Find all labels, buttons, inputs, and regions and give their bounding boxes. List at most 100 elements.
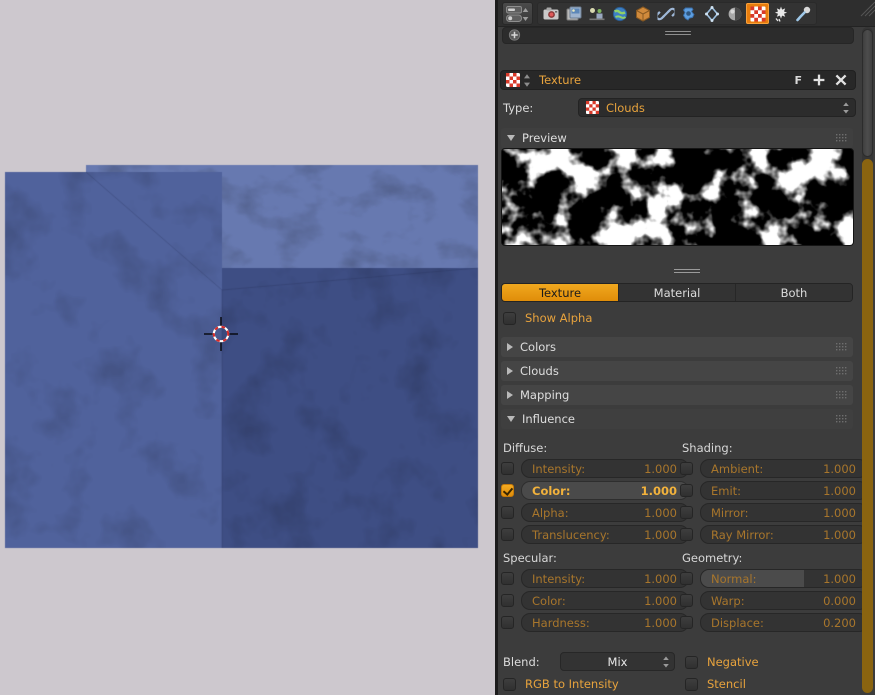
- panel-header-colors[interactable]: Colors: [501, 337, 853, 357]
- rgb-to-intensity-row[interactable]: RGB to Intensity: [503, 677, 619, 691]
- influence-slider-shading-2[interactable]: Mirror: 1.000: [700, 503, 868, 522]
- blend-dropdown[interactable]: Mix: [560, 652, 675, 671]
- influence-slider-diffuse-1[interactable]: Color: 1.000: [521, 481, 689, 500]
- slider-value: 1.000: [644, 593, 677, 608]
- influence-checkbox-shading-1[interactable]: [680, 484, 693, 497]
- negative-checkbox[interactable]: [685, 655, 698, 669]
- property-tab-texture[interactable]: [746, 3, 769, 24]
- influence-slider-specular-0[interactable]: Intensity: 1.000: [521, 569, 689, 588]
- chevron-right-icon: [507, 343, 513, 351]
- property-tab-material[interactable]: [723, 3, 746, 24]
- property-tab-world[interactable]: [608, 3, 631, 24]
- property-tab-particles[interactable]: [769, 3, 792, 24]
- property-tab-modifiers[interactable]: [677, 3, 700, 24]
- influence-checkbox-geometry-1[interactable]: [680, 594, 693, 607]
- stencil-label: Stencil: [707, 677, 746, 691]
- stencil-row[interactable]: Stencil: [685, 677, 746, 691]
- preview-resize-handle[interactable]: [673, 269, 700, 277]
- chevron-right-icon: [507, 391, 513, 399]
- slider-label: Mirror:: [711, 505, 749, 520]
- influence-slider-diffuse-3[interactable]: Translucency: 1.000: [521, 525, 689, 544]
- slider-value: 1.000: [644, 527, 677, 542]
- chevron-updown-icon: [843, 102, 849, 113]
- show-alpha-checkbox[interactable]: [503, 311, 516, 325]
- properties-header: [498, 0, 875, 27]
- property-tab-object[interactable]: [631, 3, 654, 24]
- slider-value: 1.000: [823, 527, 856, 542]
- influence-checkbox-diffuse-0[interactable]: [501, 462, 514, 475]
- panel-header-influence[interactable]: Influence: [501, 409, 853, 429]
- panel-grip-icon[interactable]: [836, 367, 847, 375]
- scrollbar-remainder[interactable]: [862, 159, 873, 693]
- preview-mode-both[interactable]: Both: [736, 284, 852, 301]
- influence-slider-geometry-1[interactable]: Warp: 0.000: [700, 591, 868, 610]
- influence-checkbox-shading-0[interactable]: [680, 462, 693, 475]
- show-alpha-row[interactable]: Show Alpha: [503, 311, 592, 325]
- property-tab-render-layers[interactable]: [562, 3, 585, 24]
- preview-mode-texture[interactable]: Texture: [502, 284, 619, 301]
- influence-slider-shading-3[interactable]: Ray Mirror: 1.000: [700, 525, 868, 544]
- influence-slider-shading-1[interactable]: Emit: 1.000: [700, 481, 868, 500]
- fake-user-button[interactable]: F: [794, 74, 802, 87]
- texture-datablock-row[interactable]: Texture F: [500, 70, 856, 90]
- 3d-viewport[interactable]: [0, 0, 495, 695]
- new-texture-icon[interactable]: [811, 72, 827, 88]
- panel-header-preview[interactable]: Preview: [501, 128, 853, 148]
- influence-slider-geometry-0[interactable]: Normal: 1.000: [700, 569, 868, 588]
- property-tab-constraints[interactable]: [654, 3, 677, 24]
- influence-checkbox-shading-3[interactable]: [680, 528, 693, 541]
- slider-value: 1.000: [644, 505, 677, 520]
- influence-checkbox-diffuse-1[interactable]: [501, 484, 514, 497]
- panel-header-clouds[interactable]: Clouds: [501, 361, 853, 381]
- property-tab-physics[interactable]: [792, 3, 815, 24]
- clipped-panel-strip[interactable]: [502, 27, 854, 44]
- preview-mode-material[interactable]: Material: [619, 284, 736, 301]
- panel-header-mapping[interactable]: Mapping: [501, 385, 853, 405]
- property-tab-render[interactable]: [539, 3, 562, 24]
- slider-value: 1.000: [823, 483, 856, 498]
- add-icon[interactable]: [508, 28, 521, 41]
- influence-checkbox-specular-0[interactable]: [501, 572, 514, 585]
- slider-label: Ray Mirror:: [711, 527, 774, 542]
- slider-value: 0.200: [823, 615, 856, 630]
- cube-object[interactable]: [0, 0, 495, 695]
- texture-type-row: Type: Clouds: [500, 98, 856, 117]
- influence-group-label-geometry: Geometry:: [682, 551, 743, 565]
- influence-slider-shading-0[interactable]: Ambient: 1.000: [700, 459, 868, 478]
- texture-type-dropdown[interactable]: Clouds: [578, 98, 856, 117]
- influence-slider-geometry-2[interactable]: Displace: 0.200: [700, 613, 868, 632]
- influence-checkbox-diffuse-2[interactable]: [501, 506, 514, 519]
- slider-label: Emit:: [711, 483, 742, 498]
- influence-checkbox-specular-2[interactable]: [501, 616, 514, 629]
- properties-editor-icon: [506, 6, 522, 22]
- texture-preview[interactable]: [501, 148, 854, 246]
- property-tab-scene[interactable]: [585, 3, 608, 24]
- influence-checkbox-specular-1[interactable]: [501, 594, 514, 607]
- influence-slider-diffuse-2[interactable]: Alpha: 1.000: [521, 503, 689, 522]
- panel-drag-handle[interactable]: [665, 31, 691, 38]
- property-tab-strip: [537, 2, 817, 25]
- scrollbar-handle[interactable]: [862, 29, 873, 157]
- properties-scrollbar[interactable]: [860, 27, 873, 693]
- slider-value: 1.000: [644, 571, 677, 586]
- panel-grip-icon[interactable]: [836, 343, 847, 351]
- editor-type-selector[interactable]: [502, 2, 533, 25]
- browse-texture-icon[interactable]: [523, 73, 531, 88]
- unlink-texture-icon[interactable]: [833, 72, 849, 88]
- panel-grip-icon[interactable]: [836, 415, 847, 423]
- influence-checkbox-geometry-0[interactable]: [680, 572, 693, 585]
- property-tab-object-data[interactable]: [700, 3, 723, 24]
- influence-slider-specular-2[interactable]: Hardness: 1.000: [521, 613, 689, 632]
- rgb-to-intensity-checkbox[interactable]: [503, 677, 516, 691]
- stencil-checkbox[interactable]: [685, 677, 698, 691]
- influence-checkbox-geometry-2[interactable]: [680, 616, 693, 629]
- influence-checkbox-shading-2[interactable]: [680, 506, 693, 519]
- influence-checkbox-diffuse-3[interactable]: [501, 528, 514, 541]
- blend-label: Blend:: [503, 655, 540, 669]
- influence-slider-specular-1[interactable]: Color: 1.000: [521, 591, 689, 610]
- panel-grip-icon[interactable]: [836, 134, 847, 142]
- texture-name[interactable]: Texture: [539, 73, 794, 87]
- negative-row[interactable]: Negative: [685, 655, 759, 669]
- panel-grip-icon[interactable]: [836, 391, 847, 399]
- influence-slider-diffuse-0[interactable]: Intensity: 1.000: [521, 459, 689, 478]
